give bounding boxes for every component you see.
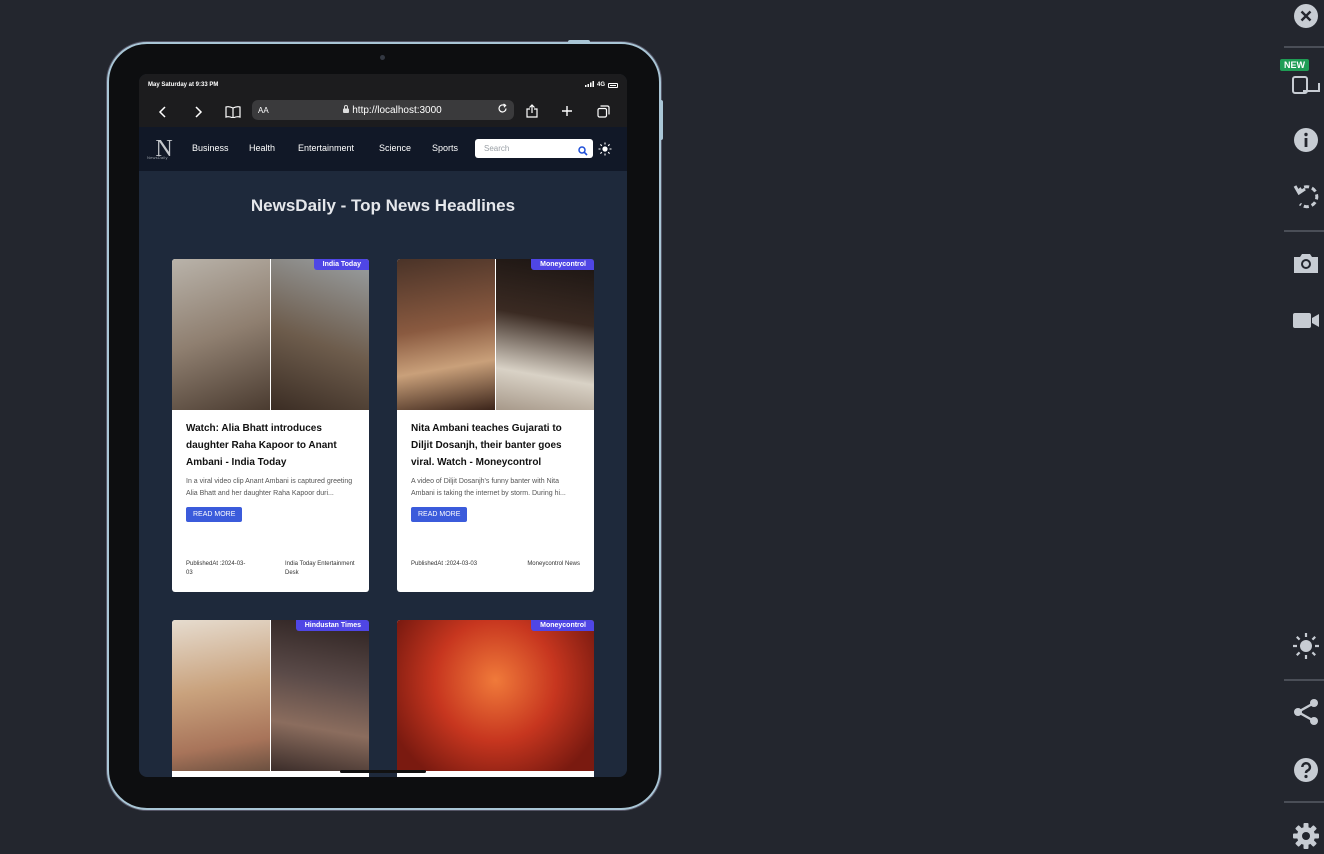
page-title: NewsDaily - Top News Headlines — [250, 196, 516, 215]
article-image[interactable]: Moneycontrol — [397, 620, 594, 771]
read-more-button[interactable]: READ MORE — [411, 507, 468, 522]
brightness-icon[interactable] — [1290, 630, 1322, 662]
status-bar: May Saturday at 9:33 PM 4G — [139, 74, 627, 96]
search-input[interactable] — [484, 144, 574, 153]
bookmarks-icon[interactable] — [222, 101, 244, 123]
source-badge: Moneycontrol — [531, 259, 594, 270]
device-top-button — [568, 40, 590, 44]
source-badge: India Today — [313, 259, 369, 270]
article-image[interactable]: India Today — [172, 259, 369, 410]
news-card: India Today Watch: Alia Bhatt introduces… — [172, 259, 369, 592]
settings-gear-icon[interactable] — [1290, 820, 1322, 852]
article-description: A video of Diljit Dosanjh's funny banter… — [411, 478, 566, 497]
article-author: Moneycontrol News — [527, 561, 580, 567]
published-date: PublishedAt :2024-03-03 — [186, 561, 246, 576]
share-icon[interactable] — [521, 100, 543, 122]
source-badge: Moneycontrol — [531, 620, 594, 631]
help-icon[interactable] — [1290, 754, 1322, 786]
signal-icon — [584, 81, 594, 89]
status-time: May Saturday at 9:33 PM — [148, 82, 219, 88]
rotate-icon[interactable] — [1290, 180, 1322, 212]
lock-icon — [343, 104, 350, 116]
info-icon[interactable] — [1290, 124, 1322, 156]
nav-business[interactable]: Business — [192, 143, 229, 153]
device-side-button — [659, 100, 663, 140]
news-card: Moneycontrol Nita Ambani teaches Gujarat… — [397, 259, 594, 592]
article-author: India Today Entertainment Desk — [285, 561, 355, 576]
site-navbar: N NewsDaily Business Health Entertainmen… — [139, 127, 627, 171]
article-image[interactable]: Hindustan Times — [172, 620, 369, 771]
search-box — [475, 139, 593, 158]
forward-icon[interactable] — [187, 101, 209, 123]
news-card: Hindustan Times — [172, 620, 369, 777]
source-badge: Hindustan Times — [295, 620, 369, 631]
new-tab-icon[interactable] — [556, 100, 578, 122]
camera-icon[interactable] — [1290, 247, 1322, 279]
battery-icon — [608, 82, 618, 88]
search-icon[interactable] — [578, 143, 588, 161]
front-camera — [380, 55, 385, 60]
read-more-button[interactable]: READ MORE — [186, 507, 243, 522]
back-icon[interactable] — [152, 101, 174, 123]
reload-icon[interactable] — [497, 103, 508, 117]
device-screen: May Saturday at 9:33 PM 4G AA http://loc… — [139, 74, 627, 777]
video-icon[interactable] — [1290, 304, 1322, 336]
article-image[interactable]: Moneycontrol — [397, 259, 594, 410]
tool-rail: NEW — [1280, 0, 1324, 854]
network-label: 4G — [596, 82, 605, 88]
home-indicator — [340, 770, 426, 773]
tabs-overview-icon[interactable] — [592, 100, 614, 122]
close-icon[interactable] — [1290, 0, 1322, 32]
device-toggle-icon[interactable] — [1290, 66, 1322, 98]
article-description: In a viral video clip Anant Ambani is ca… — [186, 478, 353, 497]
published-date: PublishedAt :2024-03-03 — [411, 561, 478, 567]
text-size-button[interactable]: AA — [258, 106, 288, 115]
nav-health[interactable]: Health — [249, 143, 275, 153]
address-bar[interactable]: AA http://localhost:3000 — [252, 100, 514, 120]
share-icon[interactable] — [1290, 696, 1322, 728]
article-title: Nita Ambani teaches Gujarati to Diljit D… — [411, 423, 562, 468]
browser-toolbar: AA http://localhost:3000 — [139, 96, 627, 127]
theme-toggle-sun-icon[interactable] — [598, 142, 612, 156]
news-card: Moneycontrol — [397, 620, 594, 777]
nav-entertainment[interactable]: Entertainment — [298, 143, 354, 153]
article-title: Watch: Alia Bhatt introduces daughter Ra… — [186, 423, 337, 468]
url-text: http://localhost:3000 — [352, 104, 442, 116]
site-logo[interactable]: N NewsDaily — [147, 137, 177, 161]
nav-science[interactable]: Science — [379, 143, 411, 153]
nav-sports[interactable]: Sports — [432, 143, 458, 153]
